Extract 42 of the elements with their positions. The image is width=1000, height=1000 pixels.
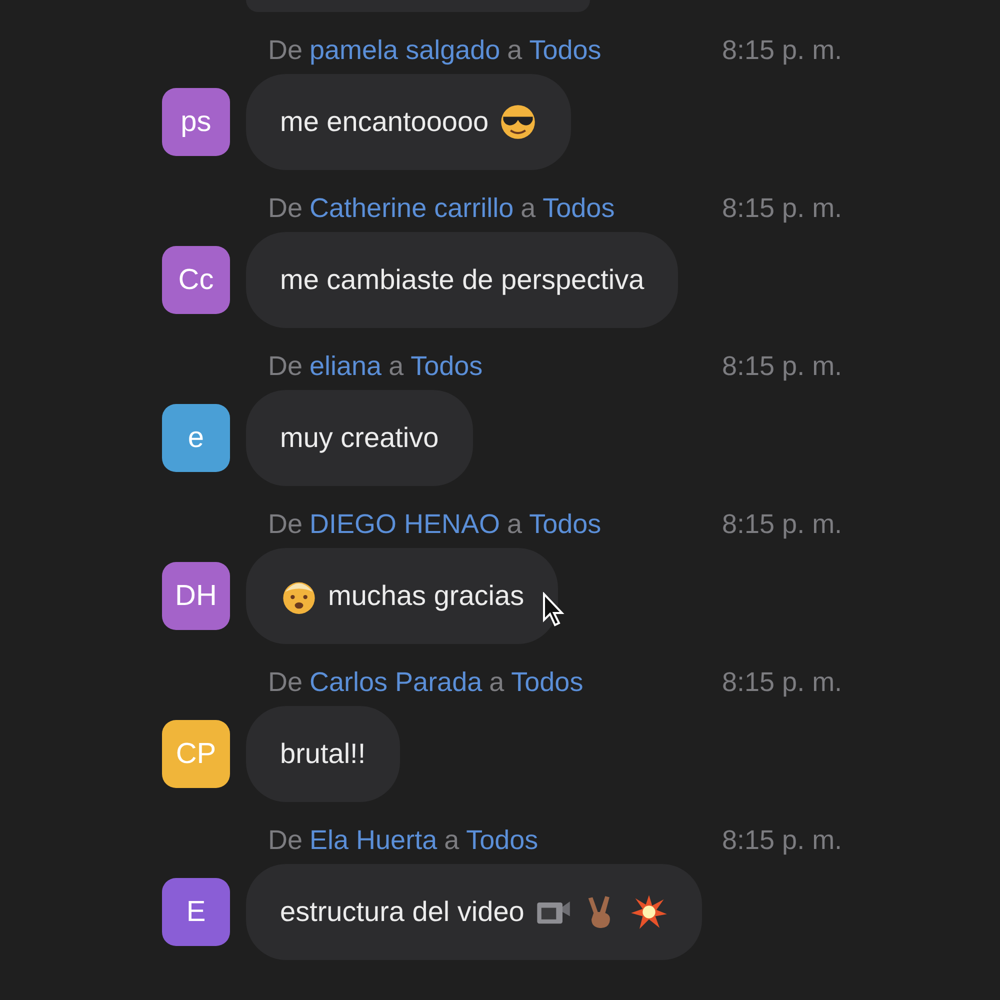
sender-name: Ela Huerta	[310, 824, 438, 856]
message-text: me cambiaste de perspectiva	[280, 264, 644, 296]
recipient-name: Todos	[466, 824, 538, 856]
message-text: muy creativo	[280, 422, 439, 454]
message-time: 8:15 p. m.	[722, 350, 842, 382]
to-label: a	[489, 666, 504, 698]
to-label: a	[507, 508, 522, 540]
message-text: estructura del video	[280, 896, 524, 928]
message-time: 8:15 p. m.	[722, 192, 842, 224]
from-label: De	[268, 34, 303, 66]
from-label: De	[268, 666, 303, 698]
avatar: ps	[162, 88, 230, 156]
to-label: a	[507, 34, 522, 66]
message-time: 8:15 p. m.	[722, 34, 842, 66]
avatar: e	[162, 404, 230, 472]
sender-name: eliana	[310, 350, 382, 382]
sender-name: pamela salgado	[310, 34, 500, 66]
recipient-name: Todos	[511, 666, 584, 698]
to-label: a	[388, 350, 404, 382]
avatar: DH	[162, 562, 230, 630]
avatar: CP	[162, 720, 230, 788]
from-label: De	[268, 508, 303, 540]
recipient-name: Todos	[410, 350, 483, 382]
to-label: a	[444, 824, 460, 856]
recipient-name: Todos	[542, 192, 615, 224]
to-label: a	[520, 192, 536, 224]
recipient-name: Todos	[529, 508, 602, 540]
sender-name: Catherine carrillo	[310, 192, 514, 224]
message-time: 8:15 p. m.	[722, 508, 842, 540]
message-time: 8:15 p. m.	[722, 824, 842, 856]
avatar: E	[162, 878, 230, 946]
message-text: me encantooooo	[280, 106, 489, 138]
from-label: De	[268, 192, 303, 224]
from-label: De	[268, 824, 303, 856]
recipient-name: Todos	[529, 34, 602, 66]
message-text: muchas gracias	[328, 580, 524, 612]
message-text: brutal!!	[280, 738, 366, 770]
avatar: Cc	[162, 246, 230, 314]
sender-name: Carlos Parada	[310, 666, 482, 698]
from-label: De	[268, 350, 303, 382]
message-time: 8:15 p. m.	[722, 666, 842, 698]
sender-name: DIEGO HENAO	[310, 508, 500, 540]
